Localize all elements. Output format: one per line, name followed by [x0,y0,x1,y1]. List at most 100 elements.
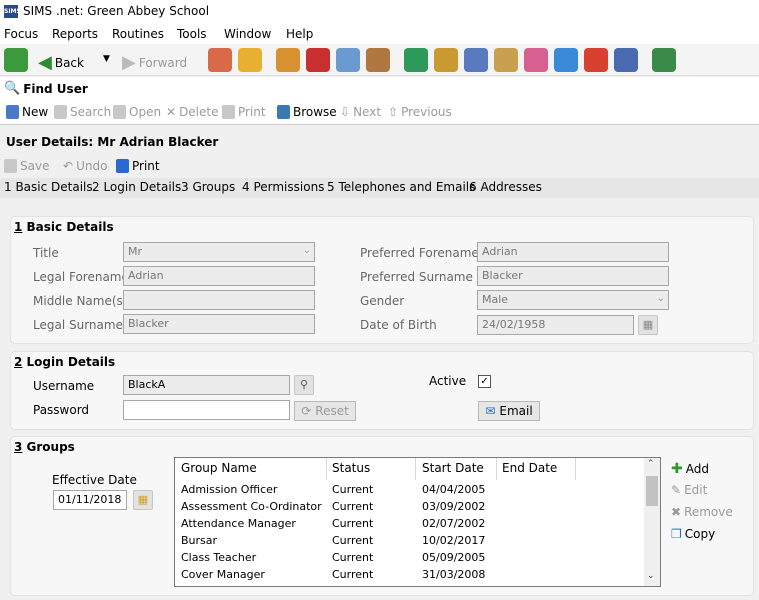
forward-button[interactable]: ▶ Forward [122,52,187,73]
undo-button[interactable]: ↶ Undo [63,159,107,173]
people-icon[interactable] [524,48,548,72]
username-field[interactable]: BlackA [123,375,290,395]
preferred-forename-field[interactable]: Adrian [477,242,669,262]
details-toolbar: Save ↶ Undo Print [0,156,759,178]
column-header-start[interactable]: Start Date [422,461,484,475]
column-header-status[interactable]: Status [332,461,370,475]
tab-addresses[interactable]: 6 Addresses [469,180,542,194]
username-label: Username [33,379,95,393]
marksheet-icon[interactable] [434,48,458,72]
title-label: Title [33,246,59,260]
edit-group-button[interactable]: ✎ Edit [671,483,707,497]
password-field[interactable] [123,400,290,420]
copy-icon: ❐ [671,527,682,541]
plus-icon: ✚ [671,461,683,477]
section-tabs: 1 Basic Details 2 Login Details 3 Groups… [0,178,759,198]
search-icon[interactable]: ⚲ [294,375,314,395]
column-header-group[interactable]: Group Name [181,461,257,475]
column-divider [415,458,416,480]
tab-login-details[interactable]: 2 Login Details [92,180,181,194]
gender-select[interactable]: Male ⌄ [477,290,669,310]
new-button[interactable]: New [6,105,48,119]
table-row[interactable]: Bursar Current 10/02/2017 [175,534,645,551]
switch-arrows-icon[interactable] [4,48,28,72]
menu-window[interactable]: Window [224,27,271,41]
previous-button[interactable]: ⇧ Previous [388,105,452,119]
register-icon[interactable] [464,48,488,72]
save-button[interactable]: Save [4,159,49,173]
groups-panel: 3 Groups Effective Date 01/11/2018 ▦ Gro… [10,436,754,596]
effective-date-field[interactable]: 01/11/2018 [53,490,127,510]
open-button[interactable]: Open [113,105,161,119]
copy-group-button[interactable]: ❐ Copy [671,527,715,541]
down-arrow-icon: ⇩ [340,105,351,119]
print-button[interactable]: Print [116,159,160,173]
user-icon[interactable] [614,48,638,72]
scroll-up-icon[interactable]: ⌃ [647,459,655,469]
password-label: Password [33,403,90,417]
person-icon[interactable] [238,48,262,72]
calendar-icon[interactable]: ▦ [638,315,658,335]
column-divider [496,458,497,480]
book-icon[interactable] [276,48,300,72]
scroll-down-icon[interactable]: ⌄ [647,571,655,581]
search-button[interactable]: Search [54,105,111,119]
remove-icon: ✖ [671,505,682,519]
calendar-icon[interactable]: ▦ [133,490,153,510]
preferred-forename-label: Preferred Forename [360,246,479,260]
upload-person-icon[interactable] [554,48,578,72]
legal-forename-label: Legal Forename [33,270,129,284]
find-user-title: 🔍 Find User [4,81,88,96]
legal-surname-field[interactable]: Blacker [123,314,315,334]
window-title: SIMS .net: Green Abbey School [23,4,210,18]
print-button-top[interactable]: Print [222,105,266,119]
tab-basic-details[interactable]: 1 Basic Details [4,180,93,194]
email-button[interactable]: ✉ Email [478,401,540,421]
table-row[interactable]: Attendance Manager Current 02/07/2002 [175,517,645,534]
legal-forename-field[interactable]: Adrian [123,266,315,286]
table-row[interactable]: Class Teacher Current 05/09/2005 [175,551,645,568]
undo-icon: ↶ [63,159,74,173]
remove-group-button[interactable]: ✖ Remove [671,505,733,519]
staff-folder-icon[interactable] [366,48,390,72]
back-button[interactable]: ◀ Back [38,52,84,73]
tab-permissions[interactable]: 4 Permissions [242,180,324,194]
browse-button[interactable]: Browse [277,105,337,119]
dob-field[interactable]: 24/02/1958 [477,315,634,335]
printer-icon [222,105,235,119]
chevron-down-icon: ⌄ [656,293,665,304]
tab-groups[interactable]: 3 Groups [181,180,235,194]
middle-name-field[interactable] [123,290,315,310]
menu-help[interactable]: Help [286,27,313,41]
menu-bar: Focus Reports Routines Tools Window Help [0,24,759,44]
flags-icon[interactable] [306,48,330,72]
effective-date-label: Effective Date [52,473,137,487]
table-row[interactable]: Assessment Co-Ordinator Current 03/09/2002 [175,500,645,517]
menu-reports[interactable]: Reports [52,27,98,41]
groups-list[interactable]: Group Name Status Start Date End Date Ad… [174,457,661,587]
scrollbar-thumb[interactable] [646,476,658,506]
photo-icon[interactable] [336,48,360,72]
tab-telephones-emails[interactable]: 5 Telephones and Emails [327,180,475,194]
menu-focus[interactable]: Focus [4,27,38,41]
preferred-surname-field[interactable]: Blacker [477,266,669,286]
clock-icon[interactable] [584,48,608,72]
next-button[interactable]: ⇩ Next [340,105,381,119]
delete-button[interactable]: ✕ Delete [166,105,219,119]
pupils-icon[interactable] [208,48,232,72]
title-bar: SIMS SIMS .net: Green Abbey School [0,0,759,24]
back-dropdown-icon[interactable]: ▼ [103,54,110,64]
table-row[interactable]: Cover Manager Current 31/03/2008 [175,568,645,585]
menu-routines[interactable]: Routines [112,27,164,41]
reports-icon[interactable] [404,48,428,72]
menu-tools[interactable]: Tools [177,27,207,41]
add-group-button[interactable]: ✚ Add [671,461,709,477]
edit-sheet-icon[interactable] [494,48,518,72]
groups-scrollbar[interactable]: ⌃ ⌄ [644,458,660,586]
table-row[interactable]: Admission Officer Current 04/04/2005 [175,483,645,500]
title-select[interactable]: Mr ⌄ [123,242,315,262]
reset-button[interactable]: ⟳ Reset [294,401,356,421]
column-header-end[interactable]: End Date [502,461,557,475]
active-checkbox[interactable]: ✓ [478,375,491,388]
timetable-icon[interactable] [652,48,676,72]
